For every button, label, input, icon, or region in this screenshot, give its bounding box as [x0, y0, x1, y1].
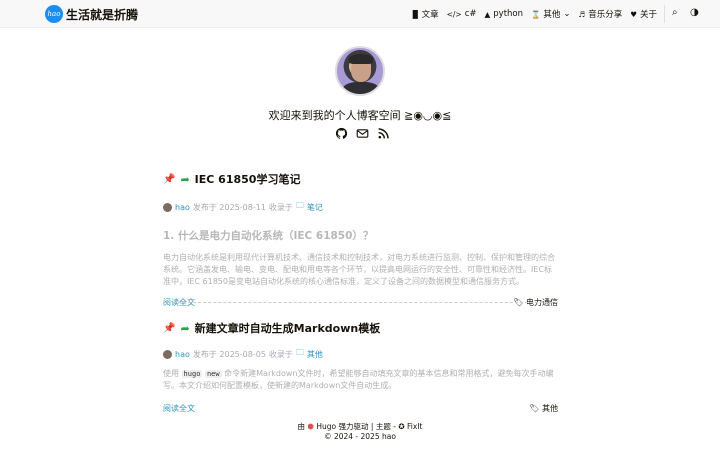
post-date: 发布于 2025-08-11	[192, 202, 266, 212]
author-avatar	[163, 349, 172, 359]
nav-label: 关于	[639, 10, 657, 20]
rss-icon[interactable]	[377, 127, 390, 140]
hugo-logo-icon: ⬢	[307, 422, 314, 431]
site-title[interactable]: 生活就是折腾	[66, 6, 138, 23]
site-logo[interactable]: hao	[45, 5, 63, 23]
share-icon: ➦	[180, 321, 190, 335]
post-meta: hao 发布于 2025-08-05 收录于 🗀 其他	[163, 347, 558, 361]
author-link[interactable]: hao	[175, 203, 190, 212]
music-icon: ♬	[578, 9, 586, 19]
nav-item-about[interactable]: ♥ 关于	[630, 8, 657, 21]
nav-label: 音乐分享	[588, 10, 623, 20]
nav-item-articles[interactable]: ▉ 文章	[412, 8, 439, 21]
theme-toggle-icon[interactable]: ◑	[690, 7, 699, 18]
footer-copyright: © 2024 - 2025 hao	[324, 432, 396, 441]
post-summary: 使用 hugo new 命令新建Markdown文件时，希望能够自动填充文章的基…	[163, 369, 554, 390]
nav-item-csharp[interactable]: </> c#	[447, 8, 477, 20]
email-icon[interactable]	[356, 127, 369, 140]
avatar[interactable]	[335, 46, 385, 96]
category-link[interactable]: 笔记	[307, 202, 323, 213]
top-navbar: hao 生活就是折腾 ▉ 文章 </> c# ▲ python ⌛ 其他 ⌄ ♬…	[0, 0, 720, 28]
tag-link[interactable]: 🏷 其他	[529, 403, 558, 414]
nav-label: 文章	[421, 10, 439, 20]
tag-icon: 🏷	[529, 404, 540, 413]
fixit-logo-icon: ✪	[398, 422, 405, 431]
profile-subtitle: 欢迎来到我的个人博客空间 ≧◉◡◉≦	[268, 109, 452, 122]
hourglass-icon: ⌛	[531, 9, 541, 19]
bell-icon: ▲	[484, 9, 491, 19]
footer-powered-by: 由 ⬢ Hugo 强力驱动 | 主题 - ✪ FixIt	[297, 422, 423, 431]
inline-code: hugo	[181, 370, 203, 378]
post-summary: 电力自动化系统是利用现代计算机技术、通信技术和控制技术，对电力系统进行监测、控制…	[163, 253, 555, 286]
document-icon: ▉	[412, 9, 419, 19]
github-icon[interactable]	[335, 127, 348, 140]
inline-code: new	[204, 370, 222, 378]
search-icon[interactable]: ⌕	[672, 7, 678, 18]
share-icon: ➦	[180, 172, 190, 186]
post-card: 📌 ➦ 新建文章时自动生成Markdown模板 hao 发布于 2025-08-…	[163, 320, 558, 414]
post-title-text[interactable]: IEC 61850学习笔记	[195, 171, 301, 187]
post-title[interactable]: 📌 ➦ 新建文章时自动生成Markdown模板	[163, 320, 558, 336]
post-footer: 阅读全文 🏷 其他	[163, 403, 558, 414]
post-meta: hao 发布于 2025-08-11 收录于 🗀 笔记	[163, 200, 558, 214]
main-nav: ▉ 文章 </> c# ▲ python ⌛ 其他 ⌄ ♬ 音乐分享 ♥ 关于	[413, 8, 657, 20]
nav-label: python	[493, 9, 524, 19]
post-card: 📌 ➦ IEC 61850学习笔记 hao 发布于 2025-08-11 收录于…	[163, 171, 558, 308]
code-icon: </>	[446, 9, 462, 19]
post-title[interactable]: 📌 ➦ IEC 61850学习笔记	[163, 171, 558, 187]
post-title-text[interactable]: 新建文章时自动生成Markdown模板	[195, 320, 381, 336]
hugo-link[interactable]: Hugo 强力驱动	[316, 422, 368, 431]
nav-label: 其他	[543, 10, 561, 20]
nav-item-music[interactable]: ♬ 音乐分享	[578, 8, 623, 21]
social-links	[335, 127, 390, 140]
fixit-link[interactable]: FixIt	[407, 422, 422, 431]
site-footer: 由 ⬢ Hugo 强力驱动 | 主题 - ✪ FixIt © 2024 - 20…	[0, 422, 720, 442]
post-divider	[163, 302, 558, 303]
nav-item-python[interactable]: ▲ python	[485, 8, 524, 20]
category-link[interactable]: 其他	[307, 349, 323, 360]
heart-icon: ♥	[630, 9, 637, 19]
author-link[interactable]: hao	[175, 350, 190, 359]
tag-label: 其他	[542, 404, 558, 413]
post-section-heading: 1. 什么是电力自动化系统（IEC 61850）？	[163, 230, 374, 242]
read-more-link[interactable]: 阅读全文	[163, 403, 195, 414]
category-prefix: 收录于	[268, 349, 293, 359]
folder-icon: 🗀	[295, 348, 304, 357]
category-prefix: 收录于	[268, 202, 293, 212]
post-date: 发布于 2025-08-05	[192, 349, 266, 359]
author-avatar	[163, 202, 172, 212]
nav-divider	[664, 5, 665, 23]
pin-icon: 📌	[163, 322, 176, 334]
nav-label: c#	[464, 9, 477, 19]
pin-icon: 📌	[163, 173, 176, 185]
folder-icon: 🗀	[295, 201, 304, 210]
nav-item-other[interactable]: ⌛ 其他 ⌄	[531, 8, 570, 20]
chevron-down-icon: ⌄	[563, 9, 571, 19]
